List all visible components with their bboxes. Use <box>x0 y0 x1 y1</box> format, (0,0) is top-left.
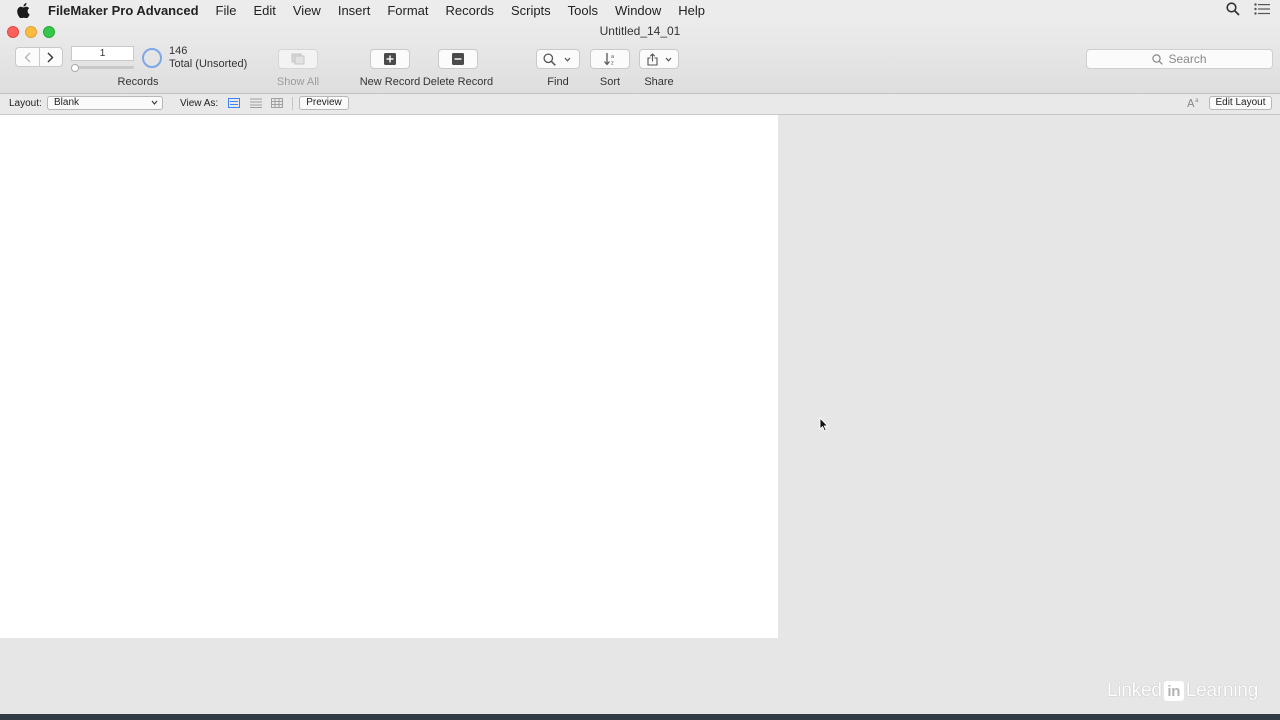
found-count: 146 <box>169 45 188 57</box>
search-placeholder: Search <box>1168 52 1207 66</box>
share-label: Share <box>644 76 674 88</box>
menu-tools[interactable]: Tools <box>568 3 598 18</box>
new-record-icon <box>384 53 396 65</box>
list-view-icon[interactable] <box>250 98 262 108</box>
found-set-pie-icon <box>142 48 162 68</box>
record-slider-track[interactable] <box>71 66 134 69</box>
show-all-label: Show All <box>276 76 320 88</box>
app-name-menu[interactable]: FileMaker Pro Advanced <box>48 3 199 18</box>
chevron-down-icon <box>151 97 158 111</box>
mouse-pointer-icon <box>819 416 829 437</box>
chevron-left-icon <box>24 52 31 62</box>
menu-scripts[interactable]: Scripts <box>511 3 551 18</box>
delete-record-icon <box>452 53 464 65</box>
watermark-in-logo: in <box>1163 681 1184 701</box>
new-record-button[interactable] <box>370 49 410 69</box>
preview-button[interactable]: Preview <box>299 96 349 110</box>
total-sort-status: Total (Unsorted) <box>169 58 248 70</box>
edit-layout-button[interactable]: Edit Layout <box>1209 96 1272 110</box>
delete-record-button[interactable] <box>438 49 478 69</box>
layout-select-value: Blank <box>54 97 80 108</box>
watermark-learning: Learning <box>1185 680 1259 701</box>
view-as-label: View As: <box>180 98 219 109</box>
find-label: Find <box>547 76 569 88</box>
new-record-label: New Record <box>359 76 421 88</box>
chevron-down-icon <box>564 57 571 62</box>
search-icon <box>1152 53 1164 65</box>
layout-label: Layout: <box>9 98 42 109</box>
find-button[interactable] <box>536 49 580 69</box>
record-count: 146 Total (Unsorted) <box>169 45 247 71</box>
apple-icon[interactable] <box>17 2 35 18</box>
svg-text:a: a <box>1195 97 1199 104</box>
quick-find-search-field[interactable]: Search <box>1086 49 1273 69</box>
record-navigation <box>15 47 63 67</box>
form-view-icon[interactable] <box>228 98 240 108</box>
menu-insert[interactable]: Insert <box>338 3 371 18</box>
menu-window[interactable]: Window <box>615 3 661 18</box>
notification-list-icon[interactable] <box>1254 2 1270 18</box>
menu-help[interactable]: Help <box>678 3 705 18</box>
dock-edge <box>0 714 1280 720</box>
menu-edit[interactable]: Edit <box>253 3 275 18</box>
layout-select[interactable]: Blank <box>47 96 163 110</box>
table-view-icon[interactable] <box>271 98 283 108</box>
previous-record-button[interactable] <box>15 47 39 67</box>
chevron-down-icon <box>665 57 671 62</box>
sort-button[interactable]: az <box>590 49 630 69</box>
spotlight-search-icon[interactable] <box>1226 1 1240 19</box>
next-record-button[interactable] <box>38 47 63 67</box>
sort-icon: az <box>604 53 614 67</box>
menu-bar: FileMaker Pro Advanced File Edit View In… <box>0 0 1280 21</box>
layout-canvas[interactable] <box>0 115 778 638</box>
magnifier-icon <box>543 52 556 66</box>
chevron-right-icon <box>47 52 54 62</box>
share-icon <box>646 52 658 66</box>
delete-record-label: Delete Record <box>422 76 494 88</box>
menu-records[interactable]: Records <box>446 3 494 18</box>
sort-label: Sort <box>599 76 621 88</box>
share-button[interactable] <box>639 49 679 69</box>
format-text-icon[interactable]: Aa <box>1187 97 1201 108</box>
watermark-linked: Linked <box>1107 680 1162 701</box>
record-slider-thumb[interactable] <box>71 64 79 72</box>
svg-text:A: A <box>1187 97 1195 108</box>
window-toolbar: Untitled_14_01 1 Records 146 Total (Unso… <box>0 20 1280 94</box>
menu-view[interactable]: View <box>293 3 321 18</box>
layout-bar-divider <box>292 97 293 110</box>
watermark-in: in <box>1167 682 1181 700</box>
current-record-input[interactable]: 1 <box>71 46 134 61</box>
svg-text:z: z <box>611 61 614 67</box>
show-all-button[interactable] <box>278 49 318 69</box>
layout-bar: Layout: Blank View As: Preview Aa Edit L… <box>0 94 1280 115</box>
menu-file[interactable]: File <box>216 3 237 18</box>
show-all-icon <box>291 53 305 65</box>
linkedin-learning-watermark: Linked in Learning <box>1107 679 1258 703</box>
svg-text:a: a <box>611 54 614 60</box>
records-label: Records <box>117 76 159 88</box>
window-title: Untitled_14_01 <box>599 24 681 38</box>
menu-format[interactable]: Format <box>387 3 428 18</box>
